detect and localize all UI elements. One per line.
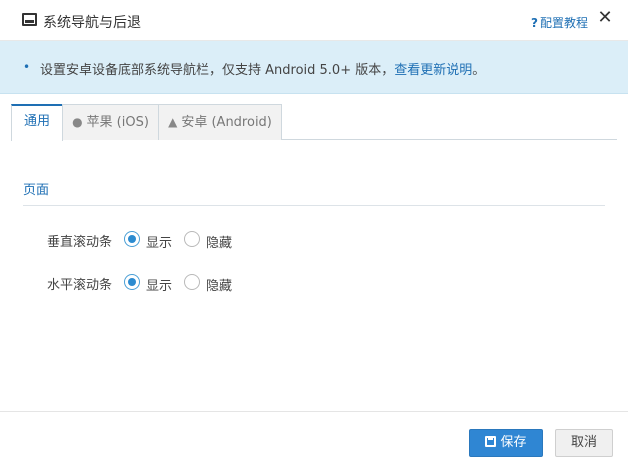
notice-text: 设置安卓设备底部系统导航栏，仅支持 Android 5.0+ 版本，查看更新说明… xyxy=(40,63,486,78)
help-icon: ? xyxy=(531,16,538,30)
footer-divider xyxy=(0,411,628,412)
vertical-scrollbar-show-radio[interactable] xyxy=(124,231,140,247)
tab-bar: 通用 ● 苹果 (iOS) ▲ 安卓 (Android) xyxy=(11,104,617,141)
close-icon[interactable]: ✕ xyxy=(596,9,614,27)
horizontal-scrollbar-show-radio[interactable] xyxy=(124,274,140,290)
cancel-button[interactable]: 取消 xyxy=(555,429,613,457)
vertical-scrollbar-show-label[interactable]: 显示 xyxy=(146,232,172,251)
tab-general[interactable]: 通用 xyxy=(11,104,63,141)
save-button[interactable]: 保存 xyxy=(469,429,543,457)
horizontal-scrollbar-hide-radio[interactable] xyxy=(184,274,200,290)
dialog-header: 系统导航与后退 ? 配置教程 ✕ xyxy=(0,0,628,41)
update-notes-link[interactable]: 查看更新说明 xyxy=(394,63,472,78)
section-divider xyxy=(23,205,605,206)
horizontal-scrollbar-hide-label[interactable]: 隐藏 xyxy=(206,275,232,294)
bullet-icon: • xyxy=(23,60,31,74)
tab-ios[interactable]: ● 苹果 (iOS) xyxy=(62,104,159,140)
help-label: 配置教程 xyxy=(539,16,588,30)
notice-bar: • 设置安卓设备底部系统导航栏，仅支持 Android 5.0+ 版本，查看更新… xyxy=(0,41,628,94)
vertical-scrollbar-hide-label[interactable]: 隐藏 xyxy=(206,232,232,251)
section-title: 页面 xyxy=(23,183,50,198)
save-icon xyxy=(485,436,497,447)
dialog-title: 系统导航与后退 xyxy=(43,15,141,31)
help-link[interactable]: ? 配置教程 xyxy=(531,14,588,31)
horizontal-scrollbar-label: 水平滚动条 xyxy=(47,278,113,293)
apple-icon: ● xyxy=(72,115,83,129)
vertical-scrollbar-hide-radio[interactable] xyxy=(184,231,200,247)
horizontal-scrollbar-show-label[interactable]: 显示 xyxy=(146,275,172,294)
tab-android[interactable]: ▲ 安卓 (Android) xyxy=(158,104,282,140)
android-icon: ▲ xyxy=(168,115,178,129)
vertical-scrollbar-label: 垂直滚动条 xyxy=(47,235,113,250)
window-icon xyxy=(22,13,37,26)
